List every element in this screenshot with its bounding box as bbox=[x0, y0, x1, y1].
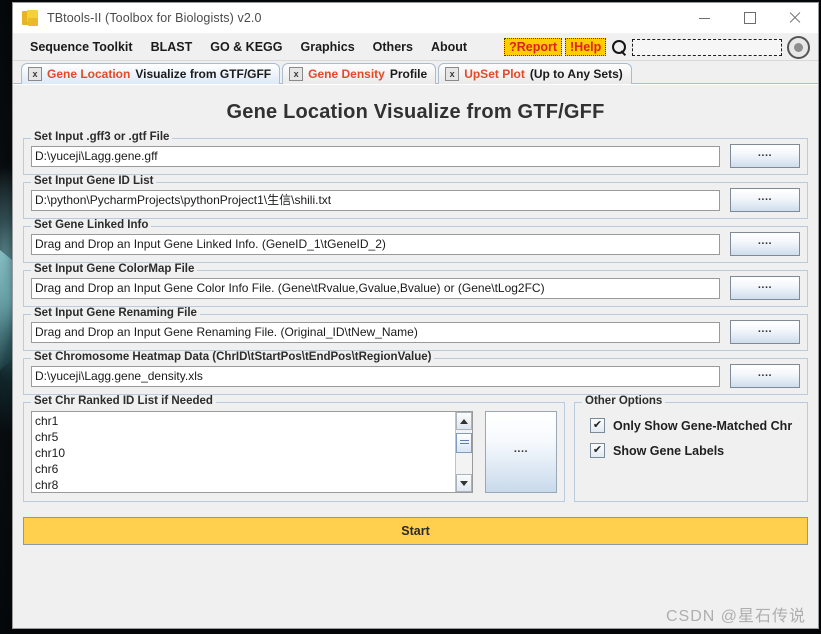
option-show-gene-labels[interactable]: ✔ Show Gene Labels bbox=[590, 443, 800, 458]
listbox-scrollbar[interactable] bbox=[455, 412, 472, 492]
report-button[interactable]: ?Report bbox=[504, 38, 562, 56]
browse-gene-renaming-button[interactable]: .... bbox=[730, 320, 800, 344]
group-label: Set Input .gff3 or .gtf File bbox=[31, 131, 173, 143]
input-gff-file-field[interactable]: D:\yuceji\Lagg.gene.gff bbox=[31, 145, 720, 167]
option-label: Show Gene Labels bbox=[613, 443, 725, 458]
tab-close-icon[interactable]: x bbox=[28, 67, 42, 81]
browse-dots-label: .... bbox=[757, 323, 773, 335]
menu-graphics[interactable]: Graphics bbox=[291, 37, 363, 57]
group-label: Other Options bbox=[582, 395, 666, 407]
list-item[interactable]: chr1 bbox=[35, 413, 455, 429]
tab-label-accent: UpSet Plot bbox=[464, 67, 525, 81]
browse-dots-label: .... bbox=[757, 235, 773, 247]
browse-gene-colormap-button[interactable]: .... bbox=[730, 276, 800, 300]
tab-strip: x Gene Location Visualize from GTF/GFF x… bbox=[13, 61, 818, 84]
group-chromosome-heatmap: Set Chromosome Heatmap Data (ChrID\tStar… bbox=[23, 351, 808, 395]
group-gene-colormap: Set Input Gene ColorMap File Drag and Dr… bbox=[23, 263, 808, 307]
group-label: Set Chr Ranked ID List if Needed bbox=[31, 395, 216, 407]
group-other-options: Other Options ✔ Only Show Gene-Matched C… bbox=[574, 395, 808, 502]
help-button[interactable]: !Help bbox=[565, 38, 607, 56]
tab-label-accent: Gene Location bbox=[47, 67, 131, 81]
group-input-gff: Set Input .gff3 or .gtf File D:\yuceji\L… bbox=[23, 131, 808, 175]
group-gene-renaming: Set Input Gene Renaming File Drag and Dr… bbox=[23, 307, 808, 351]
window-title: TBtools-II (Toolbox for Biologists) v2.0 bbox=[47, 11, 262, 25]
main-content: Gene Location Visualize from GTF/GFF Set… bbox=[13, 84, 818, 628]
group-label: Set Gene Linked Info bbox=[31, 219, 152, 231]
scroll-up-arrow-icon[interactable] bbox=[456, 412, 472, 430]
search-input[interactable] bbox=[632, 38, 782, 56]
group-label: Set Input Gene ID List bbox=[31, 175, 157, 187]
scrollbar-track[interactable] bbox=[456, 430, 472, 474]
group-chr-ranked-id-list: Set Chr Ranked ID List if Needed chr1 ch… bbox=[23, 395, 565, 502]
browse-gff-button[interactable]: .... bbox=[730, 144, 800, 168]
option-label: Only Show Gene-Matched Chr bbox=[613, 418, 793, 433]
close-icon bbox=[789, 12, 801, 24]
minimize-button[interactable] bbox=[682, 3, 727, 33]
record-target-icon[interactable] bbox=[787, 35, 810, 59]
menu-sequence-toolkit[interactable]: Sequence Toolkit bbox=[21, 37, 142, 57]
chr-ranked-listbox[interactable]: chr1 chr5 chr10 chr6 chr8 bbox=[31, 411, 473, 493]
browse-chromosome-heatmap-button[interactable]: .... bbox=[730, 364, 800, 388]
browse-chr-ranked-list-button[interactable]: .... bbox=[485, 411, 557, 493]
input-gene-id-list-field[interactable]: D:\python\PycharmProjects\pythonProject1… bbox=[31, 189, 720, 211]
chr-list-items: chr1 chr5 chr10 chr6 chr8 bbox=[32, 412, 455, 492]
input-chromosome-heatmap-field[interactable]: D:\yuceji\Lagg.gene_density.xls bbox=[31, 365, 720, 387]
scroll-down-arrow-icon[interactable] bbox=[456, 474, 472, 492]
list-item[interactable]: chr5 bbox=[35, 429, 455, 445]
browse-dots-label: .... bbox=[757, 279, 773, 291]
start-button-wrapper: Start bbox=[23, 509, 808, 545]
list-item[interactable]: chr8 bbox=[35, 477, 455, 492]
maximize-button[interactable] bbox=[727, 3, 772, 33]
menu-about[interactable]: About bbox=[422, 37, 476, 57]
input-gene-colormap-field[interactable]: Drag and Drop an Input Gene Color Info F… bbox=[31, 277, 720, 299]
tab-label-rest: (Up to Any Sets) bbox=[529, 67, 623, 81]
application-window: TBtools-II (Toolbox for Biologists) v2.0… bbox=[12, 2, 819, 629]
list-item[interactable]: chr6 bbox=[35, 461, 455, 477]
tab-close-icon[interactable]: x bbox=[445, 67, 460, 81]
tab-close-icon[interactable]: x bbox=[289, 67, 304, 81]
scrollbar-thumb[interactable] bbox=[456, 433, 472, 453]
browse-gene-linked-info-button[interactable]: .... bbox=[730, 232, 800, 256]
group-label: Set Input Gene ColorMap File bbox=[31, 263, 198, 275]
tab-label-accent: Gene Density bbox=[308, 67, 385, 81]
menu-blast[interactable]: BLAST bbox=[142, 37, 202, 57]
group-gene-linked-info: Set Gene Linked Info Drag and Drop an In… bbox=[23, 219, 808, 263]
bottom-row: Set Chr Ranked ID List if Needed chr1 ch… bbox=[23, 395, 808, 509]
menu-bar: Sequence Toolkit BLAST GO & KEGG Graphic… bbox=[13, 34, 818, 61]
close-button[interactable] bbox=[772, 3, 818, 33]
start-button[interactable]: Start bbox=[23, 517, 808, 545]
checkbox-only-show-gene-matched-chr[interactable]: ✔ bbox=[590, 418, 605, 433]
page-title: Gene Location Visualize from GTF/GFF bbox=[226, 101, 605, 123]
browse-dots-label: .... bbox=[513, 443, 529, 455]
browse-dots-label: .... bbox=[757, 147, 773, 159]
tab-gene-density-profile[interactable]: x Gene Density Profile bbox=[282, 63, 437, 84]
tab-label-rest: Visualize from GTF/GFF bbox=[135, 67, 272, 81]
window-controls bbox=[682, 3, 818, 33]
option-only-show-gene-matched-chr[interactable]: ✔ Only Show Gene-Matched Chr bbox=[590, 418, 800, 433]
browse-dots-label: .... bbox=[757, 367, 773, 379]
menu-go-kegg[interactable]: GO & KEGG bbox=[201, 37, 291, 57]
menu-others[interactable]: Others bbox=[364, 37, 422, 57]
group-label: Set Chromosome Heatmap Data (ChrID\tStar… bbox=[31, 351, 435, 363]
checkbox-show-gene-labels[interactable]: ✔ bbox=[590, 443, 605, 458]
maximize-icon bbox=[743, 12, 756, 24]
tab-gene-location-visualize[interactable]: x Gene Location Visualize from GTF/GFF bbox=[21, 63, 281, 84]
browse-gene-id-list-button[interactable]: .... bbox=[730, 188, 800, 212]
input-gene-renaming-field[interactable]: Drag and Drop an Input Gene Renaming Fil… bbox=[31, 321, 720, 343]
title-bar: TBtools-II (Toolbox for Biologists) v2.0 bbox=[13, 3, 818, 34]
minimize-icon bbox=[699, 17, 710, 19]
browse-dots-label: .... bbox=[757, 191, 773, 203]
search-icon[interactable] bbox=[611, 39, 628, 56]
tbtools-logo-icon bbox=[22, 10, 38, 26]
tab-label-rest: Profile bbox=[389, 67, 428, 81]
watermark: CSDN @星石传说 bbox=[665, 608, 806, 625]
input-gene-linked-info-field[interactable]: Drag and Drop an Input Gene Linked Info.… bbox=[31, 233, 720, 255]
group-gene-id-list: Set Input Gene ID List D:\python\Pycharm… bbox=[23, 175, 808, 219]
tab-upset-plot[interactable]: x UpSet Plot (Up to Any Sets) bbox=[438, 63, 632, 84]
list-item[interactable]: chr10 bbox=[35, 445, 455, 461]
group-label: Set Input Gene Renaming File bbox=[31, 307, 200, 319]
